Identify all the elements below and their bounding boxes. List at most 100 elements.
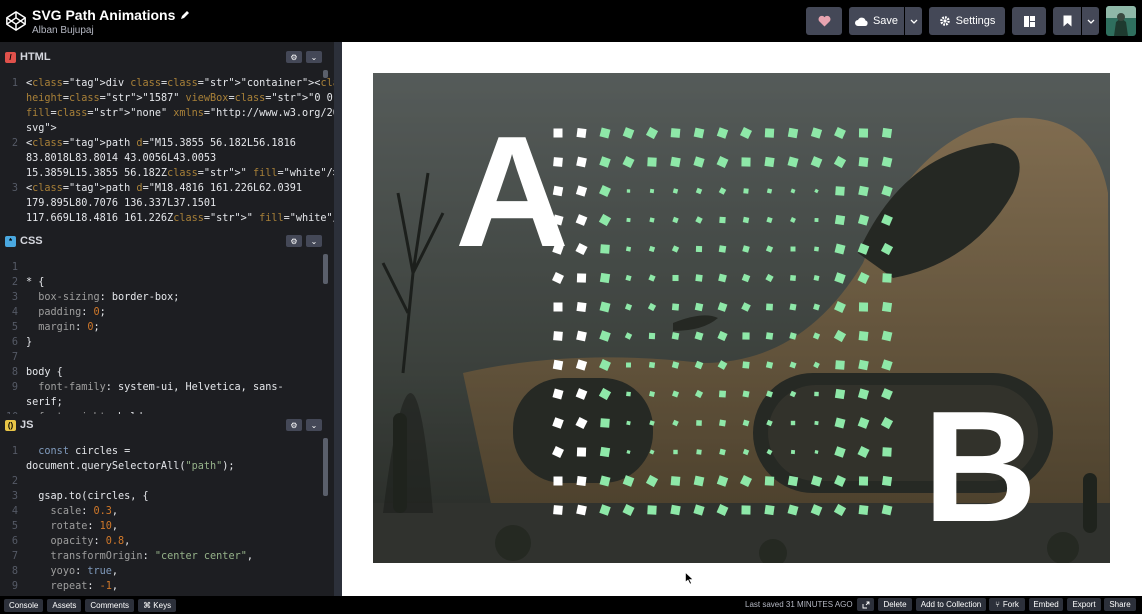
change-view-button[interactable] xyxy=(1012,7,1046,35)
grid-dot xyxy=(764,128,775,138)
code-line: <class="tag">path d="M15.3855 56.182L56.… xyxy=(26,138,296,149)
grid-dot xyxy=(576,156,587,168)
js-icon: () xyxy=(5,419,16,431)
bookmark-button[interactable] xyxy=(1053,7,1081,35)
embed-button[interactable]: Embed xyxy=(1029,598,1063,611)
delete-button[interactable]: Delete xyxy=(878,598,912,611)
grid-dot xyxy=(673,449,678,455)
grid-dot xyxy=(626,189,631,193)
code-line: transformOrigin: "center center", xyxy=(50,551,253,562)
mouse-cursor-icon xyxy=(685,572,694,585)
js-code-editor[interactable]: 1 const circles = document.querySelectorA… xyxy=(0,438,334,596)
love-button[interactable] xyxy=(806,7,842,35)
line-number: 4 xyxy=(11,506,18,517)
settings-label: Settings xyxy=(955,15,996,27)
js-collapse-button[interactable]: ⌄ xyxy=(306,419,322,431)
line-number: 6 xyxy=(11,337,18,348)
grid-dot xyxy=(764,504,775,516)
grid-dot xyxy=(718,245,727,253)
grid-dot xyxy=(552,359,564,371)
grid-dot xyxy=(695,274,703,282)
save-label: Save xyxy=(872,15,899,27)
fork-button[interactable]: ⑂ Fork xyxy=(989,598,1025,611)
html-panel-header: / HTML ⚙ ⌄ xyxy=(0,48,334,66)
chevron-down-icon xyxy=(1087,19,1094,24)
html-collapse-button[interactable]: ⌄ xyxy=(306,51,322,63)
bookmark-options-button[interactable] xyxy=(1082,7,1099,35)
css-scrollbar[interactable] xyxy=(323,254,328,284)
line-number: 5 xyxy=(11,521,18,532)
settings-button[interactable]: Settings xyxy=(929,7,1005,35)
line-number: 6 xyxy=(11,536,18,547)
css-collapse-button[interactable]: ⌄ xyxy=(306,235,322,247)
share-button[interactable]: Share xyxy=(1104,598,1136,611)
line-number: 1 xyxy=(11,446,18,457)
html-code-editor[interactable]: 1 <class="tag">div class=class="str">"con… xyxy=(0,70,334,228)
fork-label: Fork xyxy=(1002,600,1019,609)
grid-dot xyxy=(742,216,750,224)
js-scrollbar[interactable] xyxy=(323,438,328,496)
grid-dot xyxy=(881,475,893,487)
grid-dot xyxy=(741,505,751,515)
codepen-logo-icon[interactable] xyxy=(5,10,27,32)
export-button[interactable]: Export xyxy=(1067,598,1101,611)
code-line: 15.3859L15.3855 56.182Zclass="str">" fil… xyxy=(26,168,334,179)
codepen-editor: SVG Path Animations Alban Bujupaj Save S… xyxy=(0,0,1142,614)
grid-dot xyxy=(790,449,796,455)
grid-dot xyxy=(858,128,869,138)
grid-dot xyxy=(813,275,820,281)
grid-dot xyxy=(670,128,681,138)
edit-pencil-icon[interactable] xyxy=(180,10,190,20)
pen-author[interactable]: Alban Bujupaj xyxy=(32,25,190,36)
editor-panels: / HTML ⚙ ⌄ 1 <class="tag">div class=class… xyxy=(0,42,334,596)
grid-dot xyxy=(670,476,681,486)
code-line: font-family: system-ui, Helvetica, sans- xyxy=(38,382,284,393)
grid-dot xyxy=(553,505,563,515)
grid-dot xyxy=(576,127,587,139)
console-button[interactable]: Console xyxy=(4,598,44,612)
grid-dot xyxy=(881,301,893,313)
css-settings-button[interactable]: ⚙ xyxy=(286,235,302,247)
line-number: 7 xyxy=(11,551,18,562)
grid-dot xyxy=(881,127,893,139)
line-number: 1 xyxy=(11,262,18,273)
html-panel-title: HTML xyxy=(20,51,51,63)
grid-dot xyxy=(790,420,796,426)
grid-dot xyxy=(814,391,819,397)
code-line: const circles = xyxy=(38,446,131,457)
resize-handle[interactable] xyxy=(334,42,342,596)
line-number: 8 xyxy=(11,367,18,378)
bookmark-icon xyxy=(1063,15,1071,27)
code-line: svg"> xyxy=(26,123,57,134)
code-line: height=class="str">"1587" viewBox=class=… xyxy=(26,93,333,104)
assets-button[interactable]: Assets xyxy=(47,598,82,612)
grid-dot xyxy=(671,303,680,311)
avatar-image xyxy=(1106,6,1136,36)
line-number: 3 xyxy=(11,491,18,502)
code-line: padding: 0; xyxy=(38,307,106,318)
grid-dot xyxy=(576,504,587,516)
grid-dot xyxy=(576,273,587,283)
user-avatar[interactable] xyxy=(1106,6,1136,36)
open-external-button[interactable] xyxy=(857,598,874,611)
comments-button[interactable]: Comments xyxy=(85,598,135,612)
save-options-button[interactable] xyxy=(905,7,922,35)
html-settings-button[interactable]: ⚙ xyxy=(286,51,302,63)
grid-dot xyxy=(858,331,869,341)
save-button[interactable]: Save xyxy=(849,7,904,35)
keys-button[interactable]: ⌘ Keys xyxy=(138,598,177,612)
grid-dot xyxy=(765,332,774,340)
add-to-collection-button[interactable]: Add to Collection xyxy=(916,598,986,611)
letter-a: A xyxy=(455,104,570,280)
grid-dot xyxy=(790,246,796,252)
code-line: font-weight: bold; xyxy=(26,410,148,414)
js-settings-button[interactable]: ⚙ xyxy=(286,419,302,431)
line-number: 2 xyxy=(11,138,18,149)
pen-title[interactable]: SVG Path Animations xyxy=(32,7,175,23)
css-code-editor[interactable]: 1 2 * {3 box-sizing: border-box; 4 padding:… xyxy=(0,254,334,414)
line-number: 9 xyxy=(11,382,18,393)
layout-icon xyxy=(1023,15,1035,27)
code-line: serif; xyxy=(26,397,63,408)
js-panel-title: JS xyxy=(20,419,34,431)
preview-pane: A B xyxy=(342,42,1142,596)
